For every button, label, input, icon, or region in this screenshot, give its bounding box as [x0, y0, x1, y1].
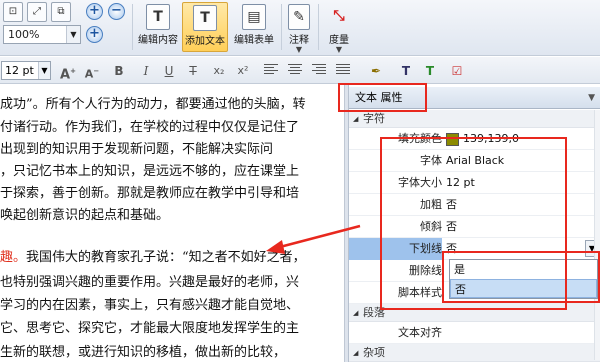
- annotation-arrow: [266, 224, 361, 254]
